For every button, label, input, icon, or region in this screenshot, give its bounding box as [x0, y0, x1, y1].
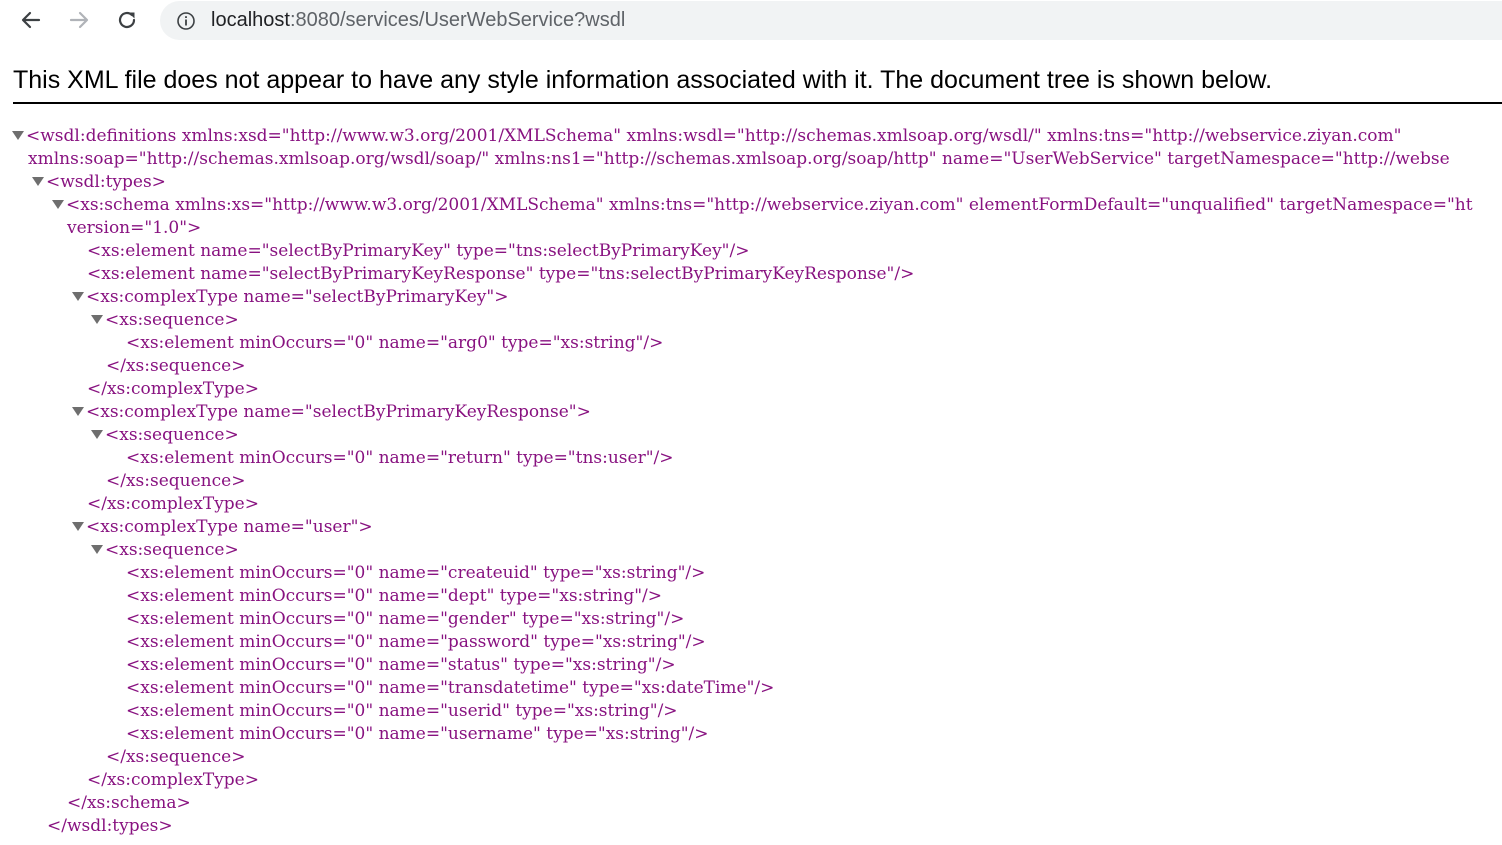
xml-line: </xs:complexType> — [87, 378, 259, 401]
collapse-triangle-icon[interactable] — [72, 407, 84, 416]
xml-line-text: xmlns:soap="http://schemas.xmlsoap.org/w… — [28, 149, 1450, 169]
xml-line: </xs:sequence> — [106, 470, 245, 493]
info-icon[interactable] — [176, 11, 196, 31]
xml-line-text: <xs:element minOccurs="0" name="gender" … — [126, 609, 685, 629]
xml-line: <xs:element minOccurs="0" name="password… — [126, 631, 706, 654]
xml-line-text: <xs:element minOccurs="0" name="arg0" ty… — [126, 333, 664, 353]
xml-line: <xs:element minOccurs="0" name="createui… — [126, 562, 705, 585]
xml-line-text: </xs:complexType> — [87, 770, 259, 790]
back-arrow-icon — [21, 11, 41, 29]
xml-line: <xs:element minOccurs="0" name="username… — [126, 723, 709, 746]
xml-line-text: <xs:element minOccurs="0" name="return" … — [126, 448, 674, 468]
xml-line-text: </wsdl:types> — [47, 816, 173, 836]
xml-line-text: </xs:sequence> — [106, 356, 246, 376]
xml-line: <xs:complexType name="selectByPrimaryKey… — [72, 401, 591, 424]
xml-line-text: <xs:element minOccurs="0" name="createui… — [126, 563, 706, 583]
xml-line-text: <xs:element minOccurs="0" name="status" … — [126, 655, 676, 675]
xml-line-text: </xs:complexType> — [87, 379, 259, 399]
collapse-triangle-icon[interactable] — [72, 292, 84, 301]
collapse-triangle-icon[interactable] — [32, 177, 44, 186]
xml-line: <xs:sequence> — [91, 424, 239, 447]
forward-arrow-icon — [69, 11, 89, 29]
xml-line: </xs:schema> — [67, 792, 191, 815]
xml-line: <xs:schema xmlns:xs="http://www.w3.org/2… — [52, 194, 1473, 217]
xml-line: </xs:sequence> — [106, 355, 245, 378]
browser-toolbar: localhost:8080/services/UserWebService?w… — [0, 0, 1502, 44]
collapse-triangle-icon[interactable] — [91, 430, 103, 439]
xml-line: </xs:sequence> — [106, 746, 245, 769]
address-bar[interactable]: localhost:8080/services/UserWebService?w… — [160, 1, 1502, 40]
collapse-triangle-icon[interactable] — [91, 315, 103, 324]
xml-line-text: <xs:element name="selectByPrimaryKey" ty… — [87, 241, 750, 261]
xml-line: </wsdl:types> — [47, 815, 173, 838]
url-path: :8080/services/UserWebService?wsdl — [289, 9, 626, 31]
xml-line-text: <xs:sequence> — [105, 540, 239, 560]
xml-line: <xs:element minOccurs="0" name="return" … — [126, 447, 674, 470]
xml-line: <xs:element minOccurs="0" name="gender" … — [126, 608, 684, 631]
xml-line-text: </xs:complexType> — [87, 494, 259, 514]
xml-line: <xs:sequence> — [91, 539, 239, 562]
xml-line-text: <xs:complexType name="user"> — [86, 517, 373, 537]
url-text[interactable]: localhost:8080/services/UserWebService?w… — [211, 1, 625, 40]
forward-button[interactable] — [61, 2, 97, 38]
collapse-triangle-icon[interactable] — [91, 545, 103, 554]
xml-line-text: <xs:element name="selectByPrimaryKeyResp… — [87, 264, 915, 284]
url-host: localhost — [211, 9, 290, 31]
xml-line: <wsdl:definitions xmlns:xsd="http://www.… — [12, 125, 1401, 148]
xml-line: <xs:element name="selectByPrimaryKeyResp… — [87, 263, 914, 286]
xml-line: <xs:complexType name="selectByPrimaryKey… — [72, 286, 508, 309]
xml-line: version="1.0"> — [67, 217, 201, 240]
xml-line-text: <xs:schema xmlns:xs="http://www.w3.org/2… — [66, 195, 1473, 215]
xml-line-text: </xs:sequence> — [106, 471, 246, 491]
xml-line: </xs:complexType> — [87, 769, 259, 792]
xml-line-text: <xs:sequence> — [105, 425, 239, 445]
xml-line-text: version="1.0"> — [67, 218, 202, 238]
collapse-triangle-icon[interactable] — [72, 522, 84, 531]
back-button[interactable] — [13, 2, 49, 38]
xml-line: <xs:element minOccurs="0" name="status" … — [126, 654, 676, 677]
reload-icon — [118, 11, 136, 29]
xml-line: <xs:element minOccurs="0" name="arg0" ty… — [126, 332, 663, 355]
xml-line: <xs:element minOccurs="0" name="dept" ty… — [126, 585, 662, 608]
xml-line-text: <xs:element minOccurs="0" name="password… — [126, 632, 706, 652]
reload-button[interactable] — [109, 2, 145, 38]
xml-line-text: <xs:element minOccurs="0" name="username… — [126, 724, 709, 744]
notice-divider — [13, 102, 1502, 104]
xml-line-text: </xs:sequence> — [106, 747, 246, 767]
xml-line-text: <xs:complexType name="selectByPrimaryKey… — [86, 402, 591, 422]
xml-line: <wsdl:types> — [32, 171, 166, 194]
xml-line-text: <wsdl:types> — [46, 172, 166, 192]
xml-line: xmlns:soap="http://schemas.xmlsoap.org/w… — [28, 148, 1450, 171]
xml-line-text: <xs:element minOccurs="0" name="userid" … — [126, 701, 678, 721]
collapse-triangle-icon[interactable] — [52, 200, 64, 209]
xml-line-text: <xs:complexType name="selectByPrimaryKey… — [86, 287, 509, 307]
xml-line-text: </xs:schema> — [67, 793, 191, 813]
xml-line: <xs:element minOccurs="0" name="userid" … — [126, 700, 678, 723]
xml-line-text: <xs:element minOccurs="0" name="dept" ty… — [126, 586, 663, 606]
xml-line: </xs:complexType> — [87, 493, 259, 516]
xml-line: <xs:complexType name="user"> — [72, 516, 373, 539]
xml-line: <xs:element minOccurs="0" name="transdat… — [126, 677, 774, 700]
xml-line: <xs:sequence> — [91, 309, 239, 332]
xml-line-text: <wsdl:definitions xmlns:xsd="http://www.… — [26, 126, 1402, 146]
collapse-triangle-icon[interactable] — [12, 131, 24, 140]
xml-line: <xs:element name="selectByPrimaryKey" ty… — [87, 240, 749, 263]
xml-style-notice: This XML file does not appear to have an… — [13, 66, 1273, 94]
xml-line-text: <xs:element minOccurs="0" name="transdat… — [126, 678, 775, 698]
xml-line-text: <xs:sequence> — [105, 310, 239, 330]
